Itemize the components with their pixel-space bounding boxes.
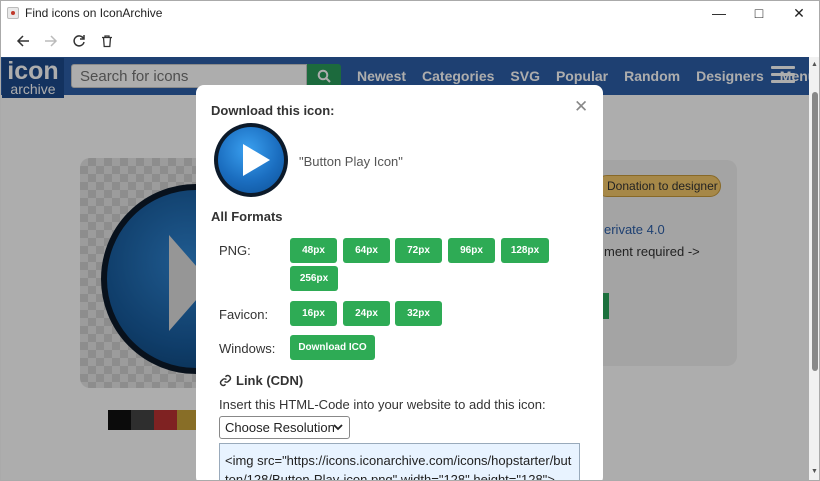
favicon-24-button[interactable]: 24px: [343, 301, 390, 326]
page-scrollbar[interactable]: ▲ ▼: [809, 57, 819, 480]
png-48-button[interactable]: 48px: [290, 238, 337, 263]
browser-toolbar: [1, 25, 819, 57]
chevron-down-icon: [333, 424, 343, 431]
favicon-label: Favicon:: [219, 307, 269, 322]
resolution-select-value: Choose Resolution: [225, 420, 335, 435]
forward-icon[interactable]: [37, 27, 65, 55]
png-label: PNG:: [219, 243, 251, 258]
back-icon[interactable]: [9, 27, 37, 55]
app-icon: [7, 7, 19, 19]
scrollbar-thumb[interactable]: [812, 92, 818, 371]
png-128-button[interactable]: 128px: [501, 238, 549, 263]
favicon-32-button[interactable]: 32px: [395, 301, 442, 326]
link-cdn-heading: Link (CDN): [219, 373, 303, 388]
browser-window: Find icons on IconArchive — □ ✕ icon arc…: [0, 0, 820, 481]
close-icon[interactable]: ✕: [574, 97, 588, 117]
close-window-icon[interactable]: ✕: [779, 1, 819, 25]
icon-name: "Button Play Icon": [299, 154, 403, 169]
page-content: icon archive Newest Categories SVG Popul…: [1, 57, 809, 480]
link-icon: [219, 374, 232, 387]
maximize-icon[interactable]: □: [739, 1, 779, 25]
windows-label: Windows:: [219, 341, 276, 356]
link-title-text: Link (CDN): [236, 373, 304, 388]
formats-title: All Formats: [211, 209, 283, 224]
play-button-icon: [214, 123, 288, 197]
download-modal: Download this icon: ✕ "Button Play Icon"…: [196, 85, 603, 480]
favicon-16-button[interactable]: 16px: [290, 301, 337, 326]
modal-title: Download this icon:: [211, 103, 335, 118]
scroll-up-arrow-icon[interactable]: ▲: [811, 61, 818, 68]
download-ico-button[interactable]: Download ICO: [290, 335, 375, 360]
png-96-button[interactable]: 96px: [448, 238, 495, 263]
png-64-button[interactable]: 64px: [343, 238, 390, 263]
scroll-down-arrow-icon[interactable]: ▼: [811, 468, 818, 475]
title-bar: Find icons on IconArchive — □ ✕: [1, 1, 819, 25]
html-code-textarea[interactable]: <img src="https://icons.iconarchive.com/…: [219, 443, 580, 480]
png-256-button[interactable]: 256px: [290, 266, 338, 291]
png-72-button[interactable]: 72px: [395, 238, 442, 263]
link-description: Insert this HTML-Code into your website …: [219, 397, 546, 412]
minimize-icon[interactable]: —: [699, 1, 739, 25]
window-title: Find icons on IconArchive: [25, 6, 163, 20]
reload-icon[interactable]: [65, 27, 93, 55]
resolution-select[interactable]: Choose Resolution: [219, 416, 350, 439]
trash-icon[interactable]: [93, 27, 121, 55]
